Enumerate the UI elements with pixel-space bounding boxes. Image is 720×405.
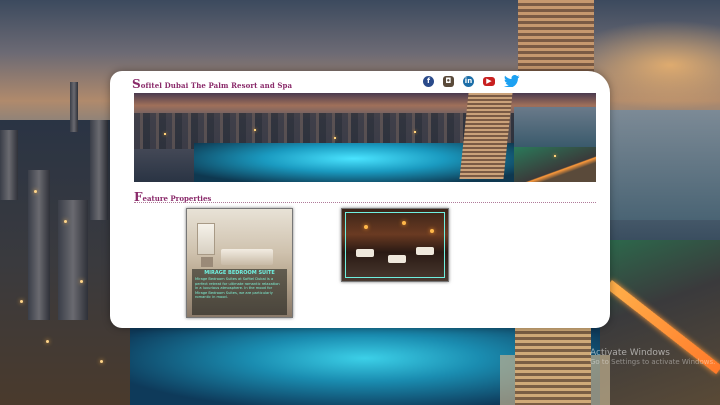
site-title-initial: S [132, 77, 141, 91]
photo-frame [345, 212, 445, 278]
social-links: f ◘ in ▶ [423, 75, 520, 87]
hero-banner-image [134, 93, 596, 182]
content-card: Sofitel Dubai The Palm Resort and Spa f … [110, 71, 610, 328]
city-light [80, 280, 83, 283]
youtube-icon[interactable]: ▶ [483, 76, 495, 86]
banner-tower [459, 93, 513, 179]
banner-light [334, 137, 336, 139]
skyscraper [90, 120, 108, 220]
banner-shore [514, 147, 596, 182]
skyscraper [28, 170, 50, 320]
banner-light [254, 129, 256, 131]
site-title[interactable]: Sofitel Dubai The Palm Resort and Spa [132, 77, 292, 91]
skyscraper [70, 82, 78, 132]
city-light [20, 300, 23, 303]
watermark-line1: Activate Windows [590, 348, 670, 358]
linkedin-icon[interactable]: in [463, 75, 474, 87]
photo-chair [201, 257, 213, 267]
activate-windows-watermark: Activate Windows Go to Settings to activ… [590, 348, 715, 366]
facebook-icon[interactable]: f [423, 75, 434, 87]
watermark-line2: Go to Settings to activate Windows. [590, 358, 716, 366]
city-light [34, 190, 37, 193]
city-light [100, 360, 103, 363]
cayan-tower-base [515, 328, 591, 405]
property-caption-heading: MIRAGE BEDROOM SUITE [204, 270, 275, 276]
banner-light [164, 133, 166, 135]
banner-sea [514, 107, 596, 147]
banner-light [414, 131, 416, 133]
city-light [46, 340, 49, 343]
property-card-bedroom-suite[interactable]: MIRAGE BEDROOM SUITE Mirage Bedroom Suit… [186, 208, 293, 318]
cayan-tower-top [518, 0, 594, 72]
site-title-rest: ofitel Dubai The Palm Resort and Spa [140, 81, 293, 90]
property-caption-text: Mirage Bedroom Suites at Sofitel Dubai i… [195, 277, 280, 300]
photo-bed [221, 249, 273, 265]
twitter-icon[interactable] [504, 75, 520, 87]
section-divider [134, 202, 596, 203]
photo-window [197, 223, 215, 255]
banner-light [554, 155, 556, 157]
instagram-icon[interactable]: ◘ [443, 75, 454, 87]
skyscraper [0, 130, 18, 200]
property-card-restaurant[interactable] [341, 208, 449, 282]
sea [600, 110, 720, 220]
skyscraper [58, 200, 88, 320]
city-light [64, 220, 67, 223]
property-caption: MIRAGE BEDROOM SUITE Mirage Bedroom Suit… [192, 269, 287, 315]
